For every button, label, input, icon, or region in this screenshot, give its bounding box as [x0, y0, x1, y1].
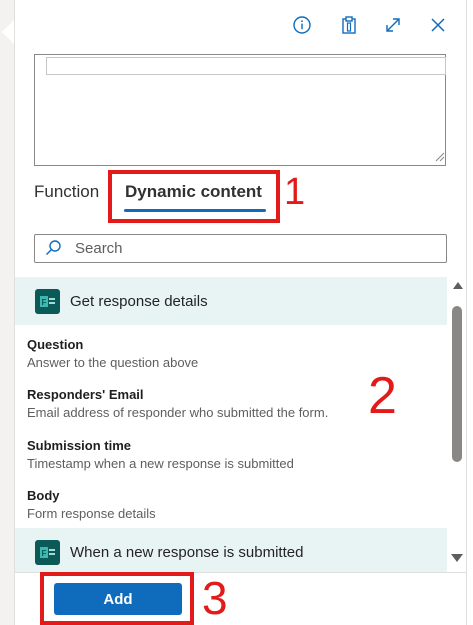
search-icon — [46, 240, 61, 255]
annotation-box-3 — [40, 572, 194, 625]
scroll-down-icon[interactable] — [451, 554, 463, 562]
search-placeholder: Search — [75, 240, 123, 257]
info-icon[interactable] — [291, 14, 313, 36]
item-description: Form response details — [27, 506, 156, 521]
group-title: Get response details — [70, 293, 208, 310]
group-title: When a new response is submitted — [70, 544, 304, 561]
resize-grip-icon[interactable] — [433, 150, 445, 162]
tab-function[interactable]: Function — [34, 182, 99, 202]
panel-notch — [2, 20, 14, 44]
annotation-number-3: 3 — [202, 572, 228, 624]
annotation-number-1: 1 — [284, 171, 306, 213]
clipboard-icon[interactable] — [338, 14, 360, 36]
item-title: Responders' Email — [27, 387, 144, 402]
scroll-up-icon[interactable] — [453, 282, 463, 289]
item-description: Answer to the question above — [27, 355, 199, 370]
annotation-number-2: 2 — [368, 367, 397, 425]
expression-input-line[interactable] — [46, 57, 446, 75]
scrollbar-thumb[interactable] — [452, 306, 462, 462]
item-description: Timestamp when a new response is submitt… — [27, 456, 294, 471]
left-strip — [0, 0, 14, 625]
svg-text:F: F — [42, 549, 47, 558]
expand-icon[interactable] — [382, 14, 404, 36]
close-icon[interactable] — [427, 14, 449, 36]
forms-icon: F — [35, 540, 60, 565]
svg-text:F: F — [42, 298, 47, 307]
item-title: Submission time — [27, 438, 132, 453]
forms-icon: F — [35, 289, 60, 314]
item-description: Email address of responder who submitted… — [27, 405, 329, 420]
item-title: Body — [27, 488, 60, 503]
annotation-box-1 — [108, 170, 280, 223]
item-title: Question — [27, 337, 84, 352]
panel-right-border — [466, 0, 467, 625]
